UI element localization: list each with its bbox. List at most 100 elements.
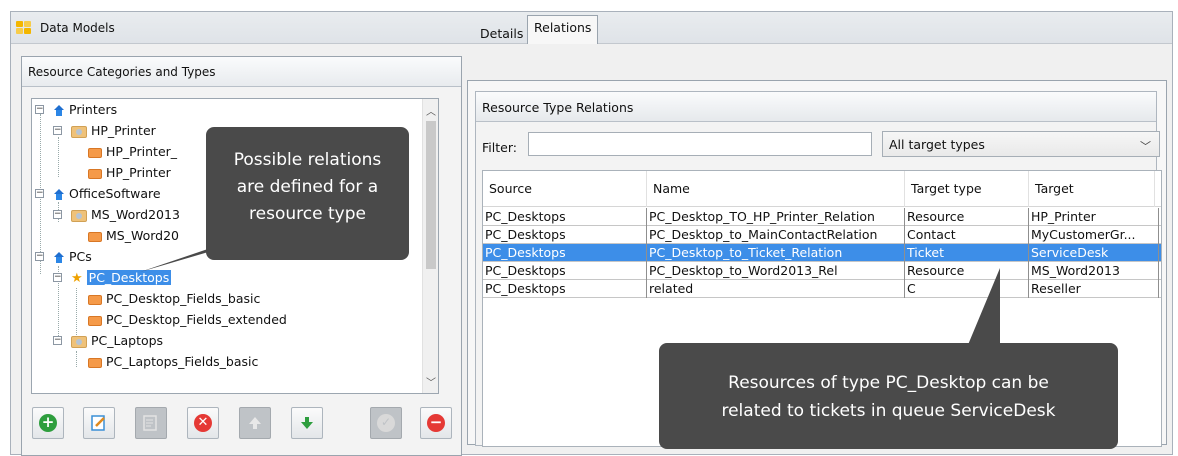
collapse-icon[interactable]: − <box>35 189 44 198</box>
star-icon: ★ <box>71 271 83 286</box>
edit-button[interactable] <box>83 407 115 439</box>
check-button[interactable]: ✓ <box>370 407 402 439</box>
remove-button[interactable]: − <box>420 407 452 439</box>
move-down-icon <box>301 417 313 429</box>
add-button[interactable]: + <box>32 407 64 439</box>
table-row[interactable]: PC_Desktops PC_Desktop_to_Word2013_Rel Res… <box>483 262 1161 280</box>
table-cell: MS_Word2013 <box>1029 262 1159 280</box>
table-cell: PC_Desktops <box>483 226 647 244</box>
table-cell: ServiceDesk <box>1029 244 1159 262</box>
move-down-button[interactable] <box>291 407 323 439</box>
tree-node-officesoftware[interactable]: − OfficeSoftware <box>35 183 161 204</box>
edit-fields-button[interactable] <box>135 407 167 439</box>
tree-node-pc-laptops[interactable]: − PC_Laptops <box>53 330 163 351</box>
tree-node-hp-printer[interactable]: − HP_Printer <box>53 120 156 141</box>
callout-line: Resources of type PC_Desktop can be <box>728 373 1049 393</box>
panel-header: Resource Categories and Types <box>22 57 461 87</box>
table-cell: PC_Desktop_to_Word2013_Rel <box>647 262 905 280</box>
tree-scrollbar[interactable]: ︿ ﹀ <box>422 99 438 393</box>
collapse-icon[interactable]: − <box>53 336 62 345</box>
target-type-value: All target types <box>889 137 985 152</box>
remove-icon: − <box>427 414 445 432</box>
tree-node-field-set[interactable]: HP_Printer <box>88 162 171 183</box>
category-icon <box>53 188 65 201</box>
move-up-icon <box>249 417 261 429</box>
table-row[interactable]: PC_Desktops PC_Desktop_to_MainContactRela… <box>483 226 1161 244</box>
delete-button[interactable]: ✕ <box>187 407 219 439</box>
column-header-target-type[interactable]: Target type <box>905 171 1029 207</box>
category-icon <box>53 251 65 264</box>
callout-ticket-relation: Resources of type PC_Desktop can be rela… <box>659 343 1118 449</box>
field-set-icon <box>88 357 102 368</box>
collapse-icon[interactable]: − <box>53 210 62 219</box>
edit-fields-icon <box>143 415 157 431</box>
chevron-down-icon: ﹀ <box>1140 140 1151 153</box>
table-cell: Resource <box>905 208 1029 226</box>
tree-node-field-set[interactable]: PC_Desktop_Fields_basic <box>88 288 260 309</box>
field-set-icon <box>88 147 102 158</box>
scroll-down-icon[interactable]: ﹀ <box>423 374 438 389</box>
tab-relations[interactable]: Relations <box>527 15 599 44</box>
tree-node-field-set[interactable]: PC_Desktop_Fields_extended <box>88 309 287 330</box>
table-cell: PC_Desktop_to_Ticket_Relation <box>647 244 905 262</box>
callout-line: related to tickets in queue ServiceDesk <box>721 401 1056 421</box>
callout-relations-defined: Possible relations are defined for a res… <box>206 127 409 260</box>
callout-line: Possible relations <box>233 150 382 170</box>
table-cell: PC_Desktop_to_MainContactRelation <box>647 226 905 244</box>
tree-node-pc-desktops[interactable]: − ★ PC_Desktops <box>53 267 172 288</box>
table-row[interactable]: PC_Desktops PC_Desktop_to_Ticket_Relation… <box>483 244 1161 262</box>
table-row[interactable]: PC_Desktops PC_Desktop_TO_HP_Printer_Rela… <box>483 208 1161 226</box>
collapse-icon[interactable]: − <box>35 252 44 261</box>
callout-line: resource type <box>249 204 366 224</box>
resource-type-icon <box>71 209 87 222</box>
column-header-name[interactable]: Name <box>647 171 905 207</box>
resource-type-icon <box>71 335 87 348</box>
tree-node-printers[interactable]: − Printers <box>35 99 117 120</box>
move-up-button[interactable] <box>239 407 271 439</box>
scroll-up-icon[interactable]: ︿ <box>423 103 438 118</box>
column-header-source[interactable]: Source <box>483 171 647 207</box>
table-cell: MyCustomerGr... <box>1029 226 1159 244</box>
section-title: Resource Type Relations <box>476 92 1156 122</box>
tree-toolbar: + ✕ ✓ − <box>32 407 452 447</box>
table-cell: related <box>647 280 905 298</box>
data-models-app-icon <box>16 21 32 35</box>
tree-node-field-set[interactable]: HP_Printer_ <box>88 141 177 162</box>
tree-node-pcs[interactable]: − PCs <box>35 246 92 267</box>
tree-node-field-set[interactable]: MS_Word20 <box>88 225 179 246</box>
table-row[interactable]: PC_Desktops related C Reseller <box>483 280 1161 298</box>
table-cell: C <box>905 280 1029 298</box>
table-cell: PC_Desktops <box>483 262 647 280</box>
table-cell: Ticket <box>905 244 1029 262</box>
category-icon <box>53 104 65 117</box>
tree-node-field-set[interactable]: PC_Laptops_Fields_basic <box>88 351 258 372</box>
callout-line: are defined for a <box>236 177 379 197</box>
tab-details[interactable]: Details <box>474 22 529 44</box>
field-set-icon <box>88 294 102 305</box>
collapse-icon[interactable]: − <box>35 105 44 114</box>
field-set-icon <box>88 168 102 179</box>
filter-input[interactable] <box>528 132 872 156</box>
table-cell: HP_Printer <box>1029 208 1159 226</box>
check-icon: ✓ <box>377 414 395 432</box>
collapse-icon[interactable]: − <box>53 273 62 282</box>
target-type-select[interactable]: All target types ﹀ <box>882 131 1160 157</box>
table-cell: PC_Desktops <box>483 280 647 298</box>
collapse-icon[interactable]: − <box>53 126 62 135</box>
table-cell: PC_Desktops <box>483 244 647 262</box>
edit-icon <box>91 415 105 431</box>
table-cell: Reseller <box>1029 280 1159 298</box>
add-icon: + <box>39 414 57 432</box>
filter-label: Filter: <box>482 140 517 155</box>
column-header-target[interactable]: Target <box>1029 171 1155 207</box>
resource-type-icon <box>71 125 87 138</box>
table-header: Source Name Target type Target <box>483 171 1161 207</box>
window-title: Data Models <box>40 21 115 35</box>
scroll-thumb[interactable] <box>426 121 436 269</box>
table-cell: PC_Desktops <box>483 208 647 226</box>
tree-node-ms-word2013[interactable]: − MS_Word2013 <box>53 204 180 225</box>
table-cell: Contact <box>905 226 1029 244</box>
field-set-icon <box>88 231 102 242</box>
field-set-icon <box>88 315 102 326</box>
delete-icon: ✕ <box>194 414 212 432</box>
